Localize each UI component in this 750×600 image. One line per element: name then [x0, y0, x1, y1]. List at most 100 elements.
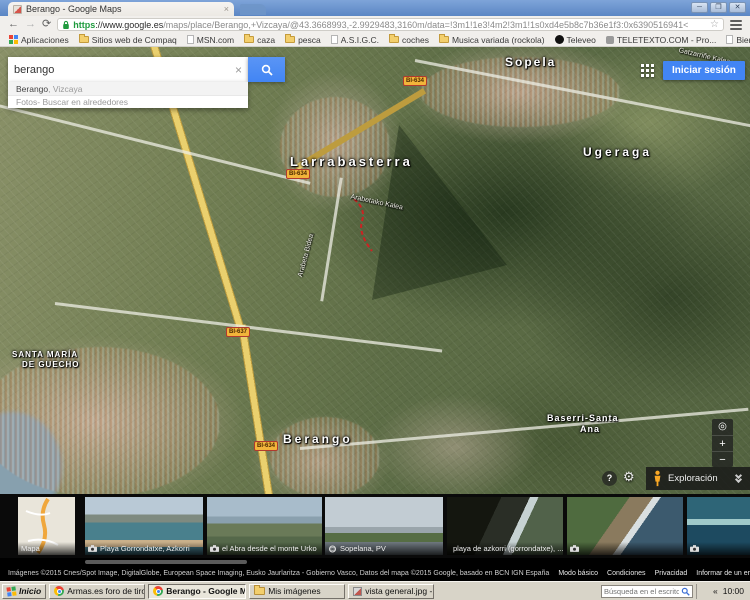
place-label-baserri-santa: Baserri-Santa [547, 413, 619, 423]
search-icon [261, 64, 273, 76]
forward-icon[interactable]: → [25, 19, 36, 30]
window-controls: ─ ❐ ✕ [691, 2, 746, 13]
bookmark-item[interactable]: pesca [282, 35, 324, 45]
desktop-search-box [601, 585, 693, 598]
camera-icon [690, 545, 699, 552]
apps-grid-icon [9, 35, 18, 44]
bookmark-item[interactable]: caza [241, 35, 278, 45]
system-tray: « 10:00 [696, 584, 748, 599]
close-button[interactable]: ✕ [729, 2, 746, 13]
folder-icon [254, 587, 265, 595]
place-label-ana: Ana [580, 424, 600, 434]
place-label-berango: Berango [283, 432, 353, 446]
map-attribution-bar: Imágenes ©2015 Cnes/Spot Image, DigitalG… [0, 566, 750, 581]
windows-flag-icon [6, 586, 16, 596]
road-shield: BI-634 [403, 76, 427, 86]
help-button[interactable]: ? [602, 471, 617, 486]
bookmark-item[interactable]: Musica variada (rockola) [436, 35, 548, 45]
streetview-thumbnail[interactable]: Sopelana, PV [325, 497, 443, 555]
photo-thumbnail[interactable] [567, 497, 683, 555]
bookmark-item[interactable]: Televeo [552, 35, 599, 45]
tray-expand-icon[interactable]: « [713, 586, 718, 596]
chrome-icon [153, 586, 163, 596]
zoom-out-button[interactable]: − [712, 451, 733, 467]
bookmark-aplicaciones[interactable]: Aplicaciones [6, 35, 72, 45]
back-icon[interactable]: ← [8, 19, 19, 30]
padlock-icon [62, 20, 70, 30]
chrome-menu-icon[interactable] [730, 20, 742, 30]
place-label-sopela: Sopela [505, 55, 556, 69]
desktop-search-icon[interactable] [681, 587, 690, 596]
folder-icon [285, 36, 295, 43]
strip-scroll-track [0, 558, 750, 566]
url-bar[interactable]: https://www.google.es/maps/place/Berango… [57, 18, 724, 31]
taskbar-button-mis-imagenes[interactable]: Mis imágenes [249, 584, 345, 599]
bookmark-item[interactable]: MSN.com [184, 35, 237, 45]
taskbar-button-paint[interactable]: vista general.jpg - Paint [348, 584, 434, 599]
terms-link[interactable]: Condiciones [607, 570, 646, 577]
photo-thumbnail[interactable] [687, 497, 750, 555]
tab-favicon [13, 5, 22, 14]
report-error-link[interactable]: Informar de un error [696, 570, 750, 577]
map-search-box: × [8, 57, 248, 82]
road-shield: BI-637 [226, 327, 250, 337]
new-tab-button[interactable] [240, 4, 266, 15]
signin-button[interactable]: Iniciar sesión [663, 61, 745, 80]
bookmark-item[interactable]: Bienvenido-a al servici... [723, 35, 750, 45]
windows-taskbar: Inicio Armas.es foro de tiro, ca... Bera… [0, 581, 750, 600]
start-button[interactable]: Inicio [2, 584, 46, 599]
minimize-button[interactable]: ─ [691, 2, 708, 13]
url-scheme: https [73, 20, 95, 30]
map-canvas[interactable]: Sopela Larrabasterra Ugeraga SANTA MARÍA… [0, 47, 750, 494]
tab-close-icon[interactable]: × [224, 5, 229, 14]
url-path: /maps/place/Berango,+Vizcaya/@43.3668993… [163, 20, 688, 30]
bookmarks-bar: Aplicaciones Sitios web de Compaq MSN.co… [0, 33, 750, 47]
screen: Berango - Google Maps × ─ ❐ ✕ ← → ⟳ http… [0, 0, 750, 600]
desktop-search-input[interactable] [604, 587, 679, 596]
photo-thumbnail[interactable]: Playa Gorrondatxe, Azkorri [85, 497, 203, 555]
tab-title: Berango - Google Maps [26, 4, 122, 14]
map-thumbnail[interactable]: Mapa [18, 497, 75, 555]
suggestion-berango[interactable]: Berango, Vizcaya [8, 82, 248, 95]
reload-icon[interactable]: ⟳ [42, 19, 51, 30]
privacy-link[interactable]: Privacidad [655, 570, 688, 577]
browser-tab[interactable]: Berango - Google Maps × [8, 2, 234, 16]
strip-scrollbar[interactable] [85, 560, 247, 564]
site-icon [606, 36, 614, 44]
taskbar-button-armas[interactable]: Armas.es foro de tiro, ca... [49, 584, 145, 599]
page-icon [187, 35, 194, 44]
url-host: ://www.google.es [95, 20, 163, 30]
bookmark-item[interactable]: coches [386, 35, 432, 45]
tray-clock[interactable]: 10:00 [723, 586, 744, 596]
chrome-icon [54, 586, 64, 596]
folder-icon [244, 36, 254, 43]
search-suggestions: Berango, Vizcaya Fotos - Buscar en alred… [8, 82, 248, 108]
place-label-santa-maria: SANTA MARÍA [12, 350, 78, 359]
settings-gear-icon[interactable]: ⚙ [623, 469, 635, 485]
place-label-de-guecho: DE GUECHO [22, 360, 79, 369]
basic-mode-link[interactable]: Modo básico [558, 570, 598, 577]
clear-search-icon[interactable]: × [235, 63, 242, 77]
road-shield: BI-634 [254, 441, 278, 451]
photo-thumbnail[interactable]: playa de azkorri (gorrondatxe), ... [447, 497, 563, 555]
bookmark-star-icon[interactable]: ☆ [710, 19, 719, 30]
explore-label[interactable]: Exploración [668, 473, 718, 484]
place-label-larrabasterra: Larrabasterra [290, 154, 413, 169]
taskbar-button-berango[interactable]: Berango - Google Ma... [148, 584, 246, 599]
bookmark-item[interactable]: TELETEXTO.COM - Pro... [603, 35, 720, 45]
pegman-icon[interactable] [653, 470, 662, 487]
zoom-in-button[interactable]: + [712, 435, 733, 451]
map-search-input[interactable] [14, 64, 231, 76]
bookmark-item[interactable]: Sitios web de Compaq [76, 35, 180, 45]
my-location-icon[interactable]: ◎ [712, 419, 733, 435]
urban-area-berango [270, 417, 380, 494]
photo-thumbnail[interactable]: el Abra desde el monte Urko [207, 497, 322, 555]
road-shield: BI-634 [286, 169, 310, 179]
google-apps-grid-icon[interactable] [641, 64, 654, 77]
bookmark-item[interactable]: A.S.I.G.C. [328, 35, 382, 45]
restore-button[interactable]: ❐ [710, 2, 727, 13]
search-button[interactable] [248, 57, 285, 82]
photo-strip: Mapa Playa Gorrondatxe, Azkorri el Abra … [0, 494, 750, 558]
suggestion-fotos[interactable]: Fotos - Buscar en alrededores [8, 95, 248, 108]
collapse-chevrons-icon[interactable] [736, 474, 743, 483]
